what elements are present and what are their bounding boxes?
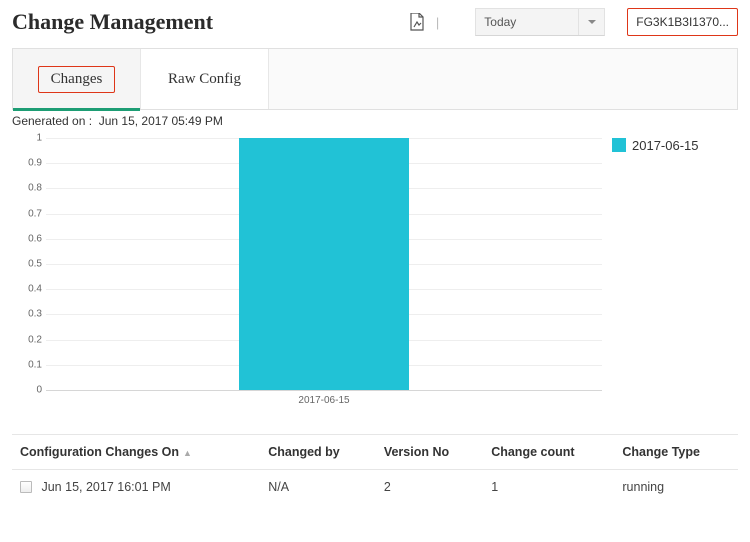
y-tick-label: 0.6 <box>16 233 42 244</box>
y-tick-label: 0 <box>16 385 42 396</box>
bar-chart: 0 0.1 0.2 0.3 0.4 0.5 0.6 0.7 0.8 0.9 1 2017-06-15 <box>12 130 612 410</box>
tab-raw-config[interactable]: Raw Config <box>141 49 269 109</box>
device-selector[interactable]: FG3K1B3I1370... <box>627 8 738 36</box>
y-tick-label: 0.7 <box>16 208 42 219</box>
y-tick-label: 0.3 <box>16 309 42 320</box>
generated-on: Generated on : Jun 15, 2017 05:49 PM <box>0 110 750 130</box>
tab-changes[interactable]: Changes <box>13 49 141 109</box>
tab-raw-config-label: Raw Config <box>168 71 241 88</box>
sort-icon: ▲ <box>183 449 192 458</box>
cell-count: 1 <box>483 470 614 505</box>
y-tick-label: 0.1 <box>16 359 42 370</box>
generated-label: Generated on : <box>12 114 92 128</box>
separator: | <box>436 15 439 30</box>
cell-changed-by: N/A <box>260 470 376 505</box>
col-change-count[interactable]: Change count <box>483 435 614 470</box>
changes-table: Configuration Changes On▲ Changed by Ver… <box>12 434 738 504</box>
cell-version: 2 <box>376 470 483 505</box>
bar <box>239 138 409 390</box>
col-config-changes-on[interactable]: Configuration Changes On▲ <box>12 435 260 470</box>
chart-area: 00.10.20.30.40.50.60.70.80.912017-06-15 … <box>12 130 738 410</box>
generated-value: Jun 15, 2017 05:49 PM <box>99 114 223 128</box>
col-changed-by[interactable]: Changed by <box>260 435 376 470</box>
pdf-icon <box>409 13 425 31</box>
header: Change Management | Today FG3K1B3I1370..… <box>0 0 750 40</box>
date-filter-dropdown[interactable]: Today <box>475 8 605 36</box>
cell-type: running <box>614 470 738 505</box>
device-id-label: FG3K1B3I1370... <box>636 15 729 29</box>
y-tick-label: 0.5 <box>16 259 42 270</box>
x-tick-label: 2017-06-15 <box>298 395 349 406</box>
col-version-no[interactable]: Version No <box>376 435 483 470</box>
chart-legend: 2017-06-15 <box>612 130 699 410</box>
cell-date: Jun 15, 2017 16:01 PM <box>41 480 170 494</box>
chevron-down-icon <box>578 9 604 35</box>
legend-label: 2017-06-15 <box>632 138 699 153</box>
tab-changes-label: Changes <box>38 66 116 93</box>
y-tick-label: 0.2 <box>16 334 42 345</box>
y-tick-label: 0.8 <box>16 183 42 194</box>
y-tick-label: 1 <box>16 133 42 144</box>
legend-swatch <box>612 138 626 152</box>
tabs: Changes Raw Config <box>12 48 738 110</box>
col-change-type[interactable]: Change Type <box>614 435 738 470</box>
table-row[interactable]: Jun 15, 2017 16:01 PM N/A 2 1 running <box>12 470 738 505</box>
export-pdf-button[interactable] <box>408 12 426 32</box>
row-icon <box>20 481 32 493</box>
page-title: Change Management <box>12 9 400 35</box>
y-tick-label: 0.9 <box>16 158 42 169</box>
y-tick-label: 0.4 <box>16 284 42 295</box>
